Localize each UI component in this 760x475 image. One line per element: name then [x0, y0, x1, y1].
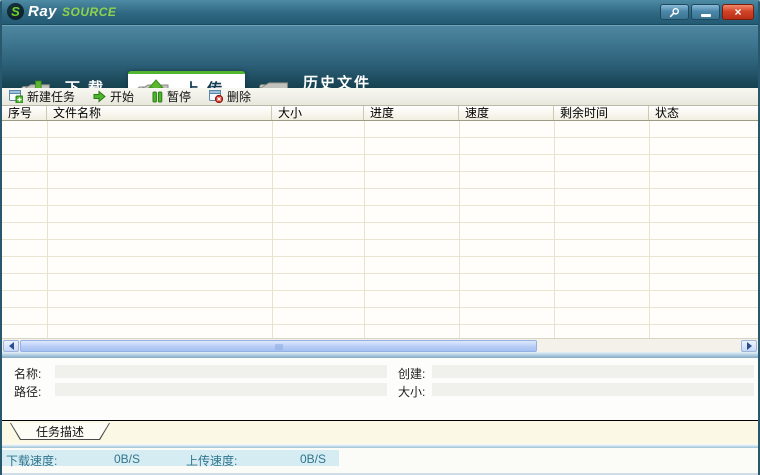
grid-divider: [47, 121, 48, 338]
column-header-size[interactable]: 大小: [272, 106, 364, 120]
new-task-button[interactable]: 新建任务: [7, 87, 77, 106]
upload-speed-value: 0B/S: [300, 452, 327, 466]
start-icon: [93, 90, 106, 103]
task-details-panel: 名称: 路径: 创建: 大小:: [2, 358, 758, 420]
horizontal-scrollbar[interactable]: [2, 338, 758, 352]
size-label: 大小:: [398, 385, 426, 399]
upload-speed-label: 上传速度:: [186, 454, 238, 468]
start-button[interactable]: 开始: [91, 87, 136, 106]
minimize-icon: [700, 13, 711, 17]
brand-ray: Ray: [28, 3, 58, 20]
scroll-left-icon: [8, 342, 14, 350]
scrollbar-grip-icon: [275, 344, 282, 350]
new-task-icon: [9, 90, 23, 103]
scroll-right-button[interactable]: [741, 340, 757, 352]
main-tab-band: 下 载 DOWNLOAD 上 传 UPLOAD: [0, 25, 760, 114]
close-icon: ×: [734, 5, 742, 19]
column-header-progress[interactable]: 进度: [364, 106, 459, 120]
search-button[interactable]: [660, 4, 689, 20]
download-speed-value: 0B/S: [114, 452, 141, 466]
minimize-button[interactable]: [691, 4, 720, 20]
task-table-body: [2, 121, 758, 338]
grid-divider: [554, 121, 555, 338]
close-button[interactable]: ×: [722, 4, 754, 20]
scroll-left-button[interactable]: [3, 340, 19, 352]
task-toolbar: 新建任务 开始 暂停 删除: [2, 88, 758, 106]
task-table-header: 序号 文件名称 大小 进度 速度 剩余时间 状态: [2, 106, 758, 121]
column-header-status[interactable]: 状态: [649, 106, 758, 120]
grid-divider: [364, 121, 365, 338]
column-header-index[interactable]: 序号: [2, 106, 47, 120]
created-label: 创建:: [398, 367, 426, 381]
path-label: 路径:: [14, 385, 42, 399]
delete-label: 删除: [227, 90, 252, 104]
scrollbar-thumb[interactable]: [20, 340, 537, 352]
grid-divider: [272, 121, 273, 338]
new-task-label: 新建任务: [27, 90, 76, 104]
logo-icon: S: [7, 3, 24, 20]
status-bar: 下载速度: 0B/S 上传速度: 0B/S: [2, 448, 758, 475]
name-field: [55, 365, 387, 378]
app-logo: S Ray SOURCE: [7, 3, 116, 20]
delete-button[interactable]: 删除: [207, 87, 253, 106]
name-label: 名称:: [14, 367, 42, 381]
size-field: [432, 383, 754, 396]
column-header-remaining[interactable]: 剩余时间: [554, 106, 649, 120]
search-icon: [669, 7, 679, 17]
pause-label: 暂停: [167, 90, 192, 104]
path-field: [55, 383, 387, 396]
window-border-left: [0, 0, 2, 475]
bottom-tab-strip: 任务描述: [2, 420, 758, 444]
start-label: 开始: [110, 90, 135, 104]
column-header-filename[interactable]: 文件名称: [47, 106, 272, 120]
scroll-right-icon: [746, 342, 752, 350]
task-description-tab[interactable]: 任务描述: [10, 423, 110, 440]
pause-icon: [152, 91, 163, 102]
delete-icon: [209, 90, 224, 103]
task-description-label: 任务描述: [11, 423, 109, 439]
raysource-window: S RaySOURCE × 下 载 DOWNLOAD: [0, 0, 760, 475]
grid-divider: [459, 121, 460, 338]
pause-button[interactable]: 暂停: [150, 87, 193, 106]
created-field: [432, 365, 754, 378]
brand-source: SOURCE: [62, 4, 117, 19]
title-bar: S Ray SOURCE ×: [0, 0, 760, 25]
grid-divider: [649, 121, 650, 338]
download-speed-label: 下载速度:: [6, 454, 58, 468]
column-header-speed[interactable]: 速度: [459, 106, 554, 120]
